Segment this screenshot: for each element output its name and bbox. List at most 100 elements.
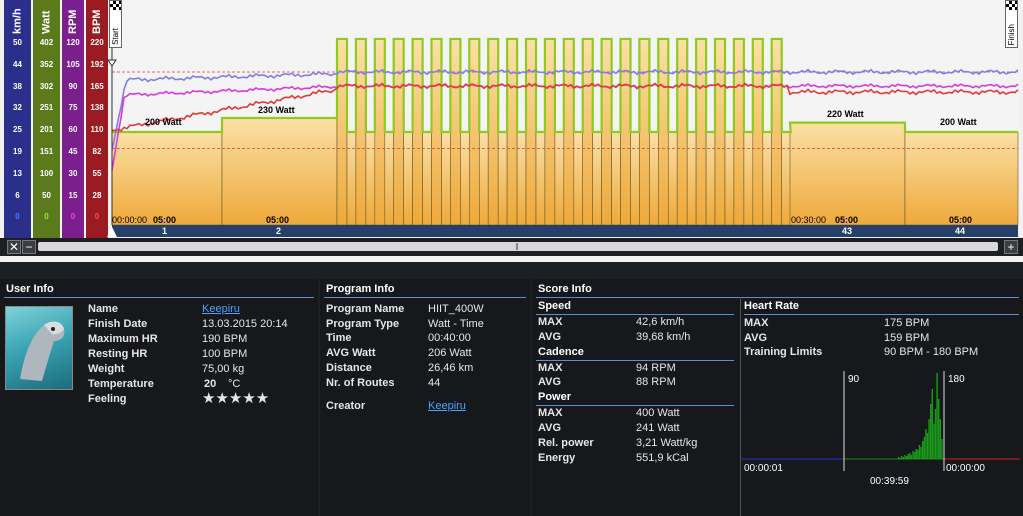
power-block [705, 131, 716, 226]
hist-low-label: 90 [848, 374, 860, 385]
hr-max-label: MAX [744, 317, 769, 329]
histogram-bar [934, 409, 937, 459]
timeline-scrollbar[interactable]: ✕ − + [0, 238, 1023, 256]
user-name-label: Name [88, 303, 118, 315]
power-block [743, 131, 754, 226]
program-program-name-value: HIIT_400W [428, 303, 484, 315]
user-temperature-label: Temperature [88, 378, 154, 390]
program-nr-of-routes-value: 44 [428, 376, 441, 389]
cadence-avg-label: AVG [538, 376, 562, 389]
power-rel-power-label: Rel. power [538, 436, 594, 449]
zoom-out-button[interactable]: − [22, 240, 36, 254]
histogram-bar [907, 454, 909, 459]
power-energy-label: Energy [538, 451, 576, 464]
speed-section-title: Speed [538, 300, 572, 312]
histogram-bar [930, 404, 932, 459]
power-block [393, 38, 405, 226]
section-underline [536, 314, 734, 315]
program-info-title: Program Info [326, 283, 395, 295]
creator-link[interactable]: Keepiru [428, 400, 466, 412]
cadence-avg-value: 88 RPM [636, 376, 676, 389]
histogram-bar [902, 457, 905, 459]
power-block [649, 131, 659, 226]
power-block [563, 38, 575, 226]
time-axis [112, 225, 1018, 237]
histogram-bar [914, 452, 916, 459]
user-finish-date-label: Finish Date [88, 318, 148, 330]
power-block [733, 38, 745, 226]
power-block [657, 38, 669, 226]
histogram-bar [910, 455, 913, 459]
power-block [497, 131, 508, 226]
speed-max-label: MAX [538, 316, 563, 328]
route-number: 44 [955, 226, 966, 236]
avatar [5, 306, 73, 390]
power-block [592, 131, 602, 226]
histogram-bar [906, 456, 908, 459]
program-avg-watt-value: 206 Watt [428, 347, 472, 360]
user-maximum-hr-label: Maximum HR [88, 333, 158, 345]
power-block [431, 38, 442, 226]
program-distance-value: 26,46 km [428, 361, 474, 374]
power-block [525, 38, 537, 226]
program-distance-label: Distance [326, 361, 372, 374]
power-block [752, 38, 764, 226]
user-name-value[interactable]: Keepiru [202, 303, 240, 315]
start-label: Start [111, 28, 120, 45]
power-block [620, 38, 631, 226]
power-block [336, 38, 348, 226]
user-finish-date-value: 13.03.2015 20:14 [202, 318, 288, 330]
program-program-type-label: Program Type [326, 317, 400, 330]
power-block [516, 131, 527, 226]
histogram-bar [909, 453, 911, 459]
user-weight-label: Weight [88, 363, 125, 375]
program-avg-watt-label: AVG Watt [326, 347, 376, 360]
finish-label: Finish [1007, 23, 1016, 45]
scroll-grip-icon[interactable] [516, 243, 518, 250]
user-info-panel: User Info Name Keepiru Finish Date 13.03.20… [0, 279, 318, 516]
title-underline [744, 314, 1019, 315]
power-block [724, 131, 735, 226]
program-program-name-label: Program Name [326, 303, 405, 315]
power-block [601, 38, 612, 226]
user-info-title: User Info [6, 283, 54, 295]
power-block [630, 131, 640, 226]
divider [740, 297, 741, 516]
power-block [676, 38, 688, 226]
power-rel-power-value: 3,21 Watt/kg [636, 436, 698, 449]
histogram-bar [922, 441, 924, 459]
program-time-label: Time [326, 332, 352, 345]
zoom-in-button[interactable]: + [1004, 240, 1018, 254]
user-feeling-label: Feeling [88, 393, 127, 405]
program-program-type-value: Watt - Time [428, 317, 484, 330]
route-number: 1 [162, 226, 168, 236]
histogram-bar [915, 449, 917, 459]
speed-max-value: 42,6 km/h [636, 316, 685, 328]
checkered-flag-icon [1006, 1, 1017, 10]
histogram-bar [939, 419, 941, 459]
power-block [544, 38, 556, 226]
fit-icon[interactable]: ✕ [7, 240, 21, 254]
power-block [422, 131, 432, 226]
hr-max-value: 175 BPM [884, 317, 930, 329]
cadence-max-label: MAX [538, 361, 563, 374]
score-info-title: Score Info [538, 283, 592, 295]
power-block [762, 131, 772, 226]
route-number: 43 [842, 226, 853, 236]
hist-high-label: 180 [948, 374, 965, 385]
dolphin-icon [20, 321, 65, 381]
power-block [639, 38, 650, 226]
scroll-track[interactable] [38, 242, 998, 251]
power-avg-label: AVG [538, 422, 562, 434]
cadence-section-title: Cadence [538, 345, 584, 358]
time-label: 05:00 [153, 215, 177, 225]
speed-avg-label: AVG [538, 330, 562, 343]
histogram-bar [920, 447, 922, 459]
power-block [714, 38, 726, 226]
power-block [111, 131, 223, 226]
histogram-bar [917, 450, 919, 459]
user-resting-hr-value: 100 BPM [202, 348, 248, 360]
power-block [450, 38, 461, 226]
user-maximum-hr-value: 190 BPM [202, 333, 248, 345]
hr-avg-value: 159 BPM [884, 331, 930, 344]
